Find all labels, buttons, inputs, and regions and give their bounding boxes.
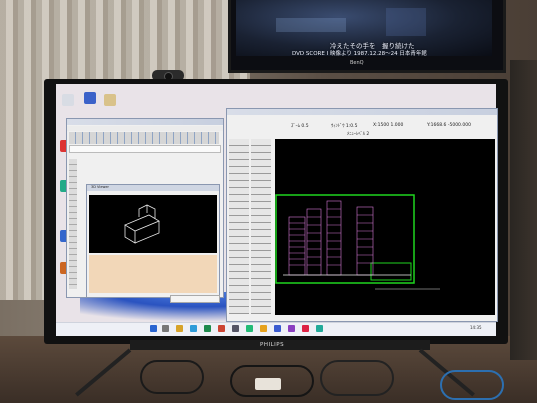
cad-drawing-area[interactable] [275,139,495,315]
app-icon-yellow[interactable] [260,325,267,332]
start-button-icon[interactable] [150,325,157,332]
app-icon-red[interactable] [218,325,225,332]
second-monitor-brand: BenQ [350,60,364,66]
right-wall-shelf [510,60,537,360]
viewer-window[interactable]: 3D Viewer [86,184,220,298]
cad-status-x: X:1500 1.000 [373,123,404,128]
cable [140,360,204,394]
app-icon-red-2[interactable] [302,325,309,332]
left-window-toolbar[interactable] [69,132,219,144]
cad-status-window: ｳｨﾝﾄﾞｳ 1:0.5 [331,124,358,129]
browser-icon[interactable] [190,325,197,332]
left-window-field[interactable] [69,145,221,153]
cad-menubar [229,116,489,121]
app-icon-dark[interactable] [232,325,239,332]
cad-status-y: Y:1668.6 -5000.000 [427,123,471,128]
app-icon-purple[interactable] [288,325,295,332]
viewer-canvas[interactable] [89,195,217,253]
power-adapter [255,378,281,390]
taskbar-clock: 14:35 [470,325,482,330]
left-window-menubar [67,126,223,131]
left-window-tool-column[interactable] [69,159,77,289]
viewer-title: 3D Viewer [91,185,109,189]
3d-model-drawing [124,204,160,244]
cad-side-buttons[interactable] [229,139,273,314]
app-icon-blue[interactable] [274,325,281,332]
cad-status-zoom: ｽﾞｰﾑ 0.5 [291,124,309,129]
desktop-icon-app[interactable] [84,92,96,104]
subtitle-line-2: DVD SCORE I 映像より 1987.12.28～24 日本青年館 [292,51,427,57]
cad-tool-label: ﾒﾆｭｰﾚﾍﾞﾙ 2 [347,132,370,137]
cad-window[interactable]: ｽﾞｰﾑ 0.5 ｳｨﾝﾄﾞｳ 1:0.5 X:1500 1.000 Y:166… [226,108,498,322]
cad-button-column-2[interactable] [251,139,271,314]
cad-titlebar[interactable] [227,109,497,115]
desktop-icon-folder[interactable] [104,94,116,106]
cad-button-column-1[interactable] [229,139,249,314]
app-icon-teal[interactable] [246,325,253,332]
file-explorer-icon[interactable] [176,325,183,332]
status-box [170,295,220,303]
blue-cable [440,370,504,400]
monitor-brand: PHILIPS [260,342,285,348]
app-icon-green[interactable] [204,325,211,332]
desktop-icon-recycle-bin[interactable] [62,94,74,106]
viewer-panel [89,255,217,293]
cable [320,360,394,396]
building-elevation-drawing [275,194,440,290]
search-icon[interactable] [162,325,169,332]
left-window-titlebar[interactable] [67,119,223,125]
app-icon-green-2[interactable] [316,325,323,332]
